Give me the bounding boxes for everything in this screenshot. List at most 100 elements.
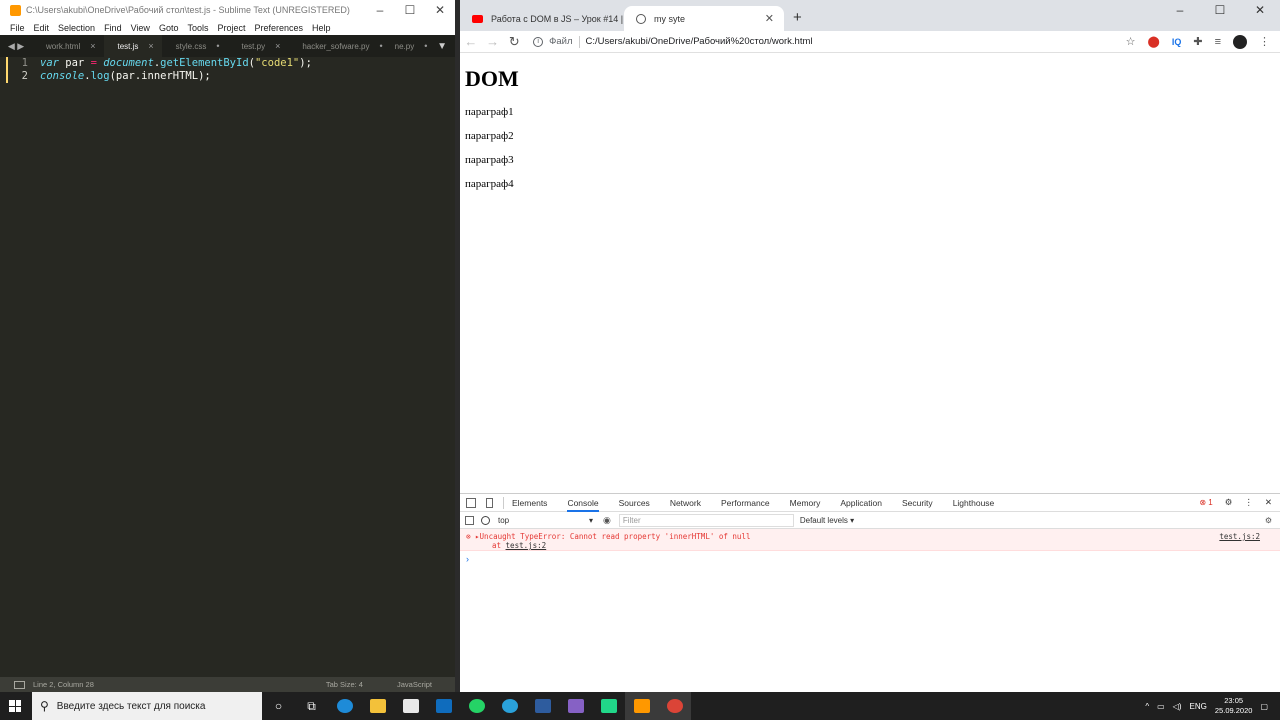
profile-avatar[interactable] (1233, 34, 1247, 49)
tab-nav-arrows-icon[interactable]: ◀ ▶ (0, 41, 32, 52)
edge-icon[interactable] (328, 692, 361, 720)
eye-icon[interactable]: ◉ (603, 515, 611, 526)
console-error-message[interactable]: ⊗ ▸Uncaught TypeError: Cannot read prope… (460, 529, 1280, 551)
mail-icon[interactable] (427, 692, 460, 720)
tab-close-icon[interactable]: × (148, 41, 153, 51)
tab-size-selector[interactable]: Tab Size: 4 (326, 680, 363, 689)
menu-edit[interactable]: Edit (34, 23, 50, 33)
menu-view[interactable]: View (131, 23, 150, 33)
web-page-content: DOM параграф1 параграф2 параграф3 парагр… (465, 66, 1265, 202)
kebab-menu-icon[interactable]: ⋮ (1244, 497, 1253, 508)
forward-arrow-icon[interactable]: → (482, 34, 504, 49)
clear-console-icon[interactable] (481, 515, 490, 525)
settings-gear-icon[interactable]: ⚙ (1225, 497, 1233, 508)
new-tab-button[interactable]: + (793, 9, 802, 26)
cortana-icon[interactable]: ○ (262, 692, 295, 720)
devtools-tab-lighthouse[interactable]: Lighthouse (953, 494, 995, 512)
devtools-tab-network[interactable]: Network (670, 494, 701, 512)
error-count-badge[interactable]: ⊗ 1 (1199, 498, 1212, 507)
sublime-logo-icon (10, 4, 21, 16)
inspect-element-icon[interactable] (466, 497, 476, 508)
syntax-selector[interactable]: JavaScript (397, 680, 432, 689)
pycharm-icon[interactable] (592, 692, 625, 720)
devtools-tab-console[interactable]: Console (567, 494, 599, 512)
iq-extension-icon[interactable]: IQ (1172, 37, 1182, 47)
tab-test-js[interactable]: test.js × (103, 35, 162, 57)
menu-help[interactable]: Help (312, 23, 331, 33)
menu-tools[interactable]: Tools (187, 23, 208, 33)
devtools-tab-elements[interactable]: Elements (512, 494, 547, 512)
close-tab-icon[interactable]: ✕ (765, 12, 774, 25)
store-icon[interactable] (394, 692, 427, 720)
browser-tab-youtube[interactable]: Работа с DOM в JS – Урок #14 | (460, 6, 624, 31)
devtools-tab-memory[interactable]: Memory (790, 494, 821, 512)
address-bar[interactable]: i Файл C:/Users/akubi/OneDrive/Рабочий%2… (533, 32, 1125, 52)
powershell-icon[interactable] (526, 692, 559, 720)
notifications-icon[interactable]: ▢ (1260, 702, 1268, 711)
devtools-tab-performance[interactable]: Performance (721, 494, 770, 512)
tab-work-html[interactable]: work.html × (32, 35, 104, 57)
tab-modified-icon[interactable]: • (216, 41, 219, 51)
volume-icon[interactable]: ◁) (1173, 702, 1182, 711)
kebab-menu-icon[interactable]: ⋮ (1259, 35, 1270, 48)
close-icon[interactable]: ✕ (1240, 0, 1280, 20)
tab-close-icon[interactable]: × (275, 41, 280, 51)
tab-ne-py[interactable]: ne.py • (391, 35, 436, 57)
info-icon[interactable]: i (533, 36, 544, 47)
console-filter-input[interactable]: Filter (618, 513, 794, 527)
start-button[interactable] (0, 700, 30, 712)
error-source-link[interactable]: test.js:2 (1219, 532, 1260, 541)
sidebar-toggle-icon[interactable] (465, 515, 474, 525)
maximize-icon[interactable]: ☐ (1200, 0, 1240, 20)
tab-modified-icon[interactable]: • (380, 41, 383, 51)
whatsapp-icon[interactable] (460, 692, 493, 720)
telegram-icon[interactable] (493, 692, 526, 720)
visual-studio-icon[interactable] (559, 692, 592, 720)
error-stack-link[interactable]: test.js:2 (506, 541, 547, 550)
chevron-up-icon[interactable]: ^ (1145, 702, 1149, 711)
task-view-icon[interactable]: ⧉ (295, 692, 328, 720)
tab-hacker-sofware-py[interactable]: hacker_sofware.py • (288, 35, 390, 57)
minimize-icon[interactable]: – (365, 3, 395, 17)
browser-tab-my-syte[interactable]: my syte ✕ (624, 6, 784, 31)
network-icon[interactable]: ▭ (1157, 702, 1165, 711)
console-prompt[interactable]: › (460, 551, 1280, 567)
device-toolbar-icon[interactable] (486, 497, 493, 508)
sublime-text-icon[interactable] (625, 692, 658, 720)
context-selector[interactable]: top ▾ (498, 516, 593, 525)
tab-style-css[interactable]: style.css • (162, 35, 228, 57)
bookmark-star-icon[interactable]: ☆ (1126, 35, 1136, 48)
file-explorer-icon[interactable] (361, 692, 394, 720)
menu-preferences[interactable]: Preferences (254, 23, 303, 33)
menu-file[interactable]: File (10, 23, 25, 33)
menu-goto[interactable]: Goto (159, 23, 179, 33)
menu-project[interactable]: Project (217, 23, 245, 33)
tab-test-py[interactable]: test.py × (228, 35, 289, 57)
tab-close-icon[interactable]: × (90, 41, 95, 51)
close-devtools-icon[interactable]: ✕ (1265, 497, 1272, 508)
playlist-icon[interactable]: ≡ (1215, 36, 1221, 48)
clock[interactable]: 23:05 25.09.2020 (1215, 696, 1253, 716)
close-icon[interactable]: ✕ (425, 3, 455, 17)
back-arrow-icon[interactable]: ← (460, 34, 482, 49)
log-levels-dropdown[interactable]: Default levels ▾ (800, 516, 854, 525)
tab-modified-icon[interactable]: • (424, 41, 427, 51)
tab-list-dropdown-icon[interactable]: ▼ (437, 41, 447, 52)
chrome-icon[interactable] (658, 692, 691, 720)
puzzle-extensions-icon[interactable]: ✚ (1193, 35, 1202, 48)
devtools-tab-security[interactable]: Security (902, 494, 933, 512)
language-indicator[interactable]: ENG (1190, 702, 1207, 711)
sublime-titlebar[interactable]: C:\Users\akubi\OneDrive\Рабочий стол\tes… (0, 0, 455, 20)
location-pin-icon[interactable]: ⬤ (1148, 35, 1160, 48)
taskbar-search-box[interactable]: ⚲ Введите здесь текст для поиска (32, 692, 262, 720)
menu-selection[interactable]: Selection (58, 23, 95, 33)
menu-find[interactable]: Find (104, 23, 122, 33)
console-settings-icon[interactable]: ⚙ (1265, 516, 1272, 525)
devtools-tab-sources[interactable]: Sources (619, 494, 650, 512)
minimize-icon[interactable]: – (1160, 0, 1200, 20)
code-editor[interactable]: 1 var par = document.getElementById("cod… (0, 57, 455, 677)
devtools-tab-application[interactable]: Application (840, 494, 882, 512)
panel-toggle-icon[interactable] (14, 680, 25, 689)
reload-icon[interactable]: ↻ (503, 34, 525, 50)
maximize-icon[interactable]: ☐ (395, 3, 425, 17)
